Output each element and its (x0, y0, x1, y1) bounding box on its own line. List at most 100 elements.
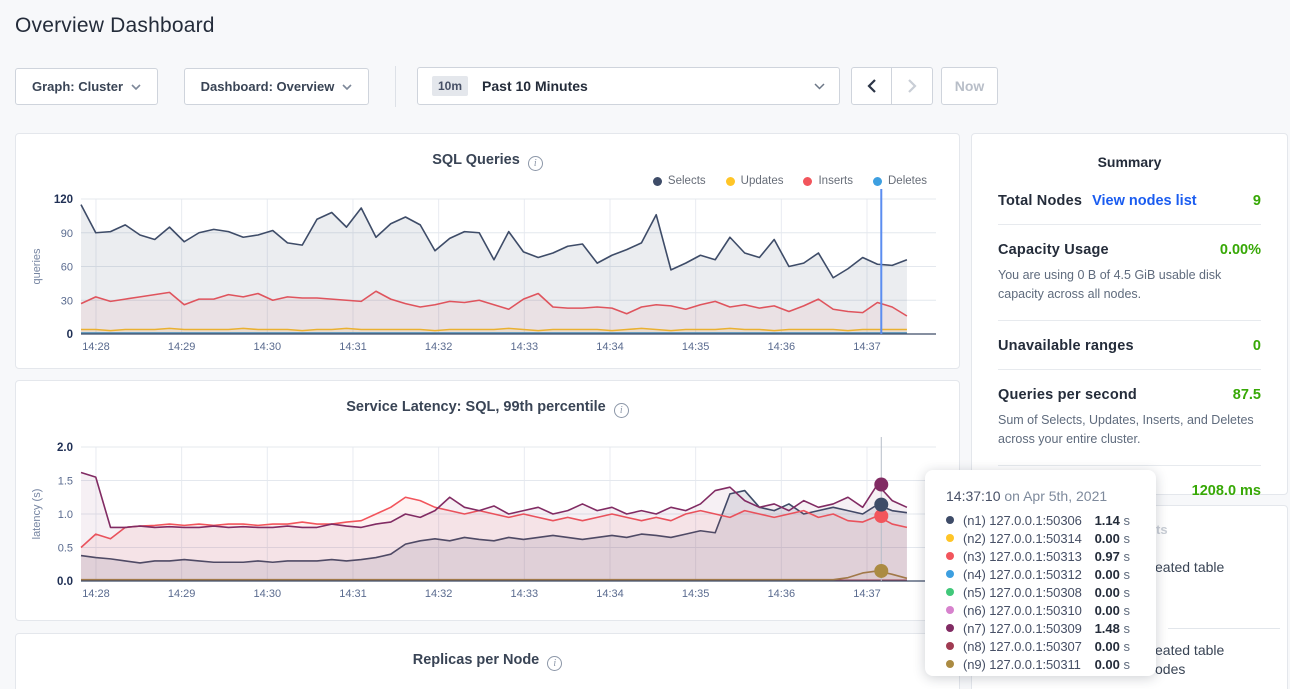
node-color-dot (946, 516, 954, 524)
stat-unavailable-ranges: Unavailable ranges 0 (998, 321, 1261, 370)
chevron-right-icon (908, 79, 917, 93)
latency-unit: s (1124, 639, 1131, 654)
info-icon[interactable]: i (547, 656, 562, 671)
time-range-badge: 10m (432, 76, 468, 96)
chart-hover-tooltip: 14:37:10 on Apr 5th, 2021 (n1) 127.0.0.1… (925, 470, 1156, 676)
node-latency-value: 0.00 s (1095, 531, 1130, 546)
y-axis-tick: 0 (67, 329, 73, 341)
service-latency-title: Service Latency: SQL, 99th percentile i (16, 399, 959, 418)
chart-title-text: Replicas per Node (413, 652, 540, 668)
hover-point-dot (874, 498, 888, 512)
tooltip-row: (n9) 127.0.0.1:50311 0.00 s (946, 655, 1156, 673)
time-prev-button[interactable] (851, 67, 892, 105)
event-text-fragment: odes (1155, 661, 1185, 677)
node-address: (n7) 127.0.0.1:50309 (963, 621, 1082, 636)
latency-unit: s (1124, 549, 1131, 564)
node-address: (n3) 127.0.0.1:50313 (963, 549, 1082, 564)
tooltip-row: (n7) 127.0.0.1:503091.48 s (946, 619, 1156, 637)
summary-body: Total Nodes View nodes list 9 Capacity U… (972, 170, 1287, 514)
stat-queries-per-second: Queries per second 87.5 Sum of Selects, … (998, 370, 1261, 466)
node-latency-value: 0.00 s (1095, 657, 1130, 672)
chevron-down-icon (131, 84, 141, 90)
x-axis-tick: 14:35 (682, 341, 710, 353)
stat-capacity-usage: Capacity Usage 0.00% You are using 0 B o… (998, 225, 1261, 321)
chart-title-text: SQL Queries (432, 152, 520, 168)
tooltip-timestamp: 14:37:10 on Apr 5th, 2021 (946, 488, 1156, 504)
node-color-dot (946, 606, 954, 614)
y-axis-tick: 0.0 (57, 576, 73, 588)
tooltip-row: (n8) 127.0.0.1:503070.00 s (946, 637, 1156, 655)
stat-label: Unavailable ranges (998, 338, 1134, 354)
time-next-button[interactable] (892, 67, 933, 105)
sql-queries-chart[interactable]: 14:2814:2914:3014:3114:3214:3314:3414:35… (16, 184, 961, 364)
tooltip-date: on Apr 5th, 2021 (1001, 488, 1108, 504)
tooltip-row: (n4) 127.0.0.1:503120.00 s (946, 565, 1156, 583)
node-address: (n9) 127.0.0.1:50311 (963, 657, 1081, 672)
events-title-fragment: ts (1156, 522, 1168, 537)
tooltip-time: 14:37:10 (946, 488, 1001, 504)
hover-point-dot (874, 564, 888, 578)
x-axis-tick: 14:29 (168, 588, 196, 600)
stat-label: Total Nodes (998, 193, 1082, 209)
x-axis-tick: 14:36 (768, 588, 796, 600)
latency-unit: s (1124, 531, 1131, 546)
node-latency-value: 0.00 s (1095, 639, 1130, 654)
service-latency-chart[interactable]: 14:2814:2914:3014:3114:3214:3314:3414:35… (16, 431, 961, 611)
view-nodes-list-link[interactable]: View nodes list (1092, 193, 1197, 209)
stat-label: Capacity Usage (998, 242, 1109, 258)
node-color-dot (946, 660, 954, 668)
chevron-down-icon (814, 83, 825, 90)
x-axis-tick: 14:37 (853, 341, 881, 353)
node-address: (n1) 127.0.0.1:50306 (963, 513, 1082, 528)
x-axis-tick: 14:33 (511, 588, 539, 600)
event-text-fragment: eated table (1155, 642, 1224, 658)
event-text-fragment: eated table (1155, 559, 1224, 575)
info-icon[interactable]: i (528, 156, 543, 171)
events-divider (1168, 628, 1280, 629)
info-icon[interactable]: i (614, 403, 629, 418)
stat-label: Queries per second (998, 387, 1137, 403)
x-axis-tick: 14:36 (768, 341, 796, 353)
hover-point-dot (874, 478, 888, 492)
x-axis-tick: 14:34 (596, 588, 624, 600)
chart-title-text: Service Latency: SQL, 99th percentile (346, 399, 606, 415)
x-axis-tick: 14:37 (853, 588, 881, 600)
time-range-label: Past 10 Minutes (482, 78, 588, 94)
dashboard-dropdown[interactable]: Dashboard: Overview (184, 68, 369, 105)
latency-unit: s (1124, 621, 1131, 636)
node-latency-value: 0.97 s (1095, 549, 1130, 564)
summary-card: Summary Total Nodes View nodes list 9 Ca… (971, 133, 1288, 495)
x-axis-tick: 14:28 (82, 341, 110, 353)
node-color-dot (946, 570, 954, 578)
tooltip-row: (n5) 127.0.0.1:503080.00 s (946, 583, 1156, 601)
stat-value: 87.5 (1233, 387, 1261, 403)
node-latency-value: 1.14 s (1095, 513, 1130, 528)
stat-description: Sum of Selects, Updates, Inserts, and De… (998, 411, 1261, 450)
y-axis-tick: 60 (61, 262, 73, 274)
y-axis-tick: 120 (54, 194, 73, 206)
latency-unit: s (1124, 657, 1131, 672)
toolbar-divider (395, 66, 396, 107)
x-axis-tick: 14:32 (425, 588, 453, 600)
latency-unit: s (1124, 513, 1131, 528)
stat-description: You are using 0 B of 4.5 GiB usable disk… (998, 266, 1261, 305)
time-range-picker[interactable]: 10m Past 10 Minutes (417, 67, 840, 105)
dashboard-dropdown-label: Dashboard: Overview (201, 79, 335, 94)
tooltip-row: (n1) 127.0.0.1:50306 1.14 s (946, 511, 1156, 529)
x-axis-tick: 14:35 (682, 588, 710, 600)
stat-value: 9 (1253, 193, 1261, 209)
latency-unit: s (1124, 585, 1131, 600)
x-axis-tick: 14:30 (254, 341, 282, 353)
now-button[interactable]: Now (941, 67, 998, 105)
overview-dashboard-page: Overview Dashboard Graph: Cluster Dashbo… (0, 0, 1290, 689)
time-nav-buttons (851, 67, 933, 105)
y-axis-tick: 1.5 (58, 476, 73, 488)
stat-value: 0 (1253, 338, 1261, 354)
node-latency-value: 0.00 s (1095, 585, 1130, 600)
sql-queries-title: SQL Queries i (16, 152, 959, 171)
graph-dropdown[interactable]: Graph: Cluster (15, 68, 158, 105)
tooltip-row: (n6) 127.0.0.1:503100.00 s (946, 601, 1156, 619)
tooltip-row: (n2) 127.0.0.1:503140.00 s (946, 529, 1156, 547)
service-latency-card: Service Latency: SQL, 99th percentile i 1… (15, 380, 960, 621)
graph-dropdown-label: Graph: Cluster (32, 79, 123, 94)
